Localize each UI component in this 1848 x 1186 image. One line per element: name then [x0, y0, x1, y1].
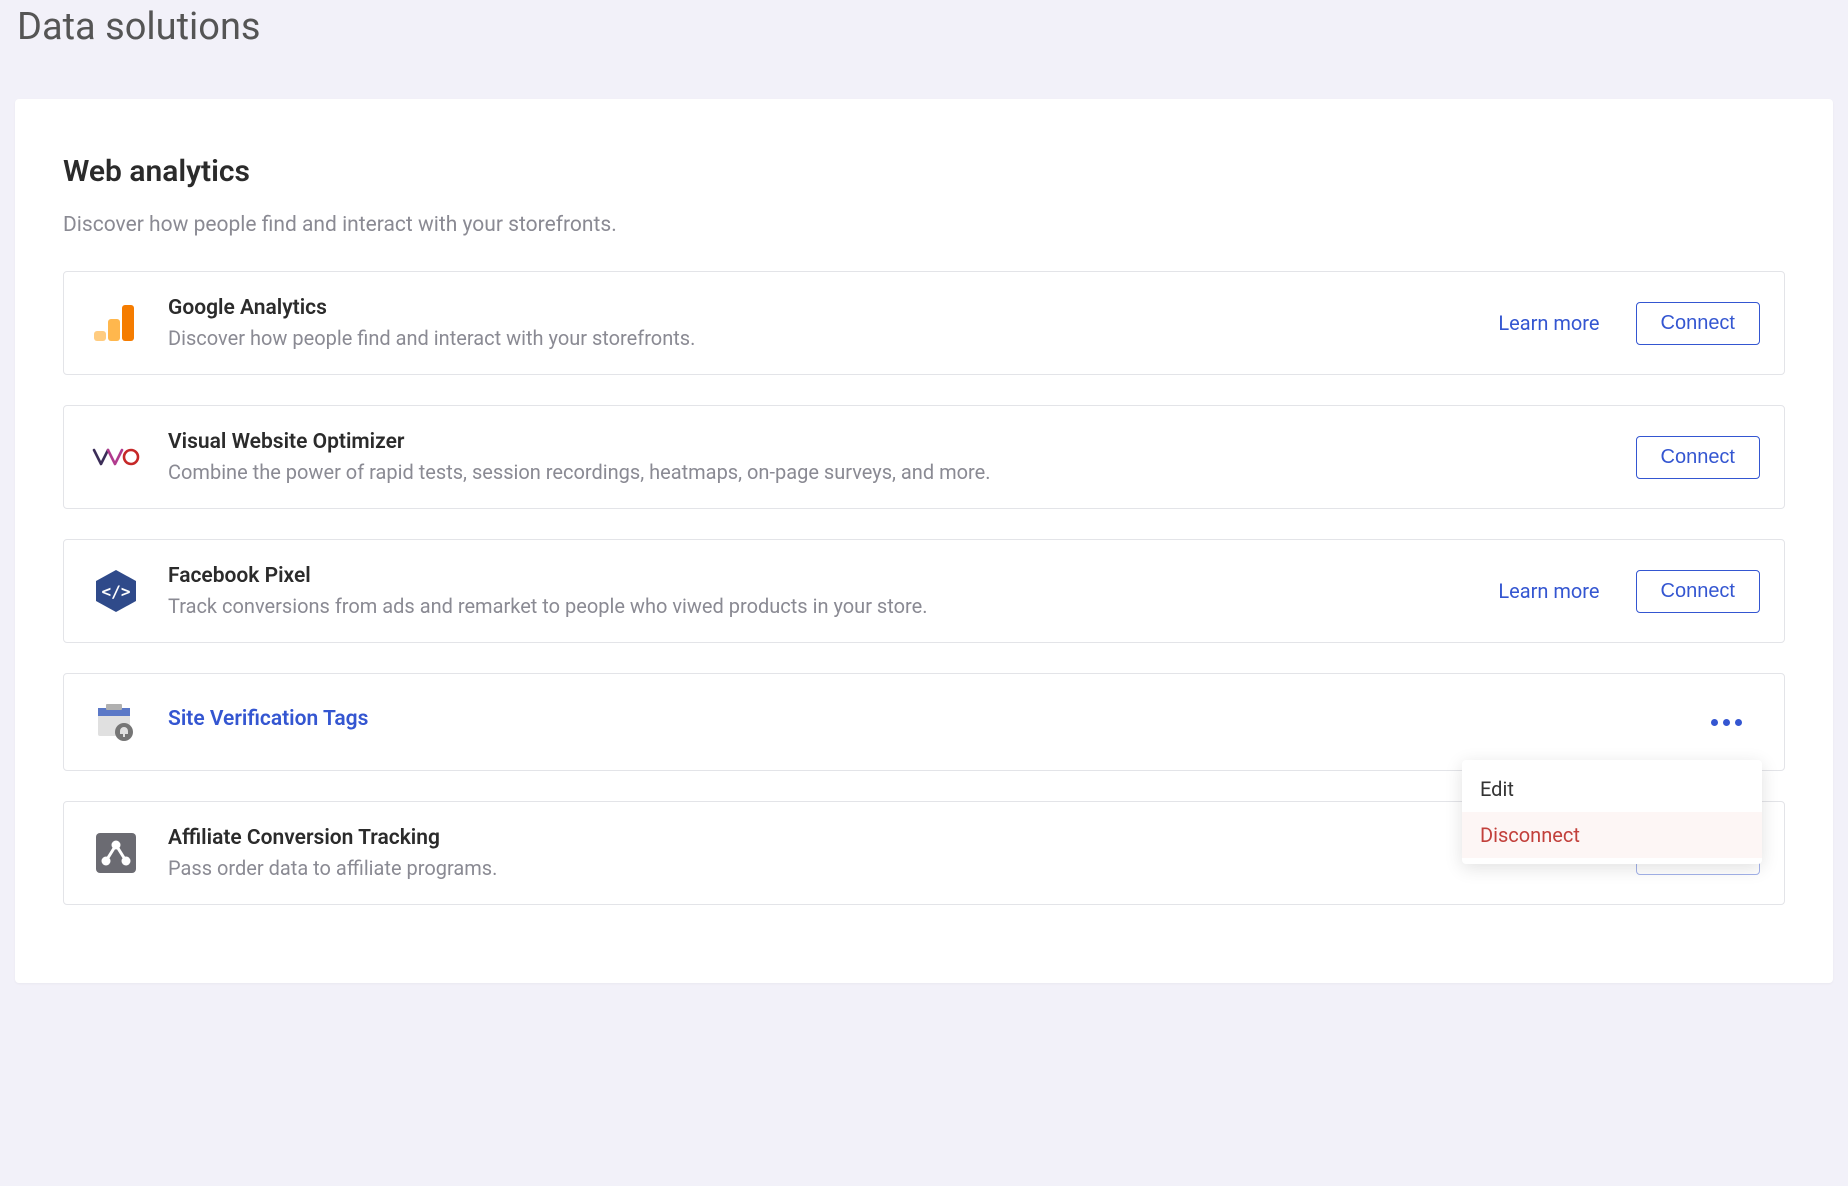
integration-row-vwo: Visual Website Optimizer Combine the pow…: [63, 405, 1785, 509]
integration-title: Google Analytics: [168, 296, 1498, 320]
page-title: Data solutions: [15, 0, 1833, 99]
integration-title: Facebook Pixel: [168, 564, 1498, 588]
integration-body: Site Verification Tags: [168, 707, 1703, 737]
actions-dropdown: Edit Disconnect: [1462, 760, 1762, 864]
integration-title: Visual Website Optimizer: [168, 430, 1636, 454]
integration-description: Combine the power of rapid tests, sessio…: [168, 460, 1636, 484]
section-title: Web analytics: [63, 154, 1785, 189]
connect-button[interactable]: Connect: [1636, 570, 1761, 613]
svg-text:</>: </>: [102, 582, 131, 601]
more-actions-button[interactable]: [1703, 711, 1750, 734]
integration-row-site-verification: Site Verification Tags Edit Disconnect: [63, 673, 1785, 771]
learn-more-link[interactable]: Learn more: [1498, 579, 1599, 603]
connect-button[interactable]: Connect: [1636, 436, 1761, 479]
integration-body: Google Analytics Discover how people fin…: [168, 296, 1498, 350]
integration-row-google-analytics: Google Analytics Discover how people fin…: [63, 271, 1785, 375]
dropdown-disconnect[interactable]: Disconnect: [1462, 812, 1762, 858]
web-analytics-card: Web analytics Discover how people find a…: [15, 99, 1833, 983]
learn-more-link[interactable]: Learn more: [1498, 311, 1599, 335]
google-analytics-icon: [92, 299, 140, 347]
connect-button[interactable]: Connect: [1636, 302, 1761, 345]
integration-body: Affiliate Conversion Tracking Pass order…: [168, 826, 1498, 880]
vwo-icon: [92, 433, 140, 481]
integration-row-facebook-pixel: </> Facebook Pixel Track conversions fro…: [63, 539, 1785, 643]
integration-body: Visual Website Optimizer Combine the pow…: [168, 430, 1636, 484]
site-verification-icon: [92, 698, 140, 746]
integration-title: Affiliate Conversion Tracking: [168, 826, 1498, 850]
integration-title-link[interactable]: Site Verification Tags: [168, 707, 1703, 731]
integration-description: Pass order data to affiliate programs.: [168, 856, 1498, 880]
dropdown-edit[interactable]: Edit: [1462, 766, 1762, 812]
facebook-pixel-icon: </>: [92, 567, 140, 615]
section-description: Discover how people find and interact wi…: [63, 213, 1785, 237]
integration-body: Facebook Pixel Track conversions from ad…: [168, 564, 1498, 618]
integration-description: Track conversions from ads and remarket …: [168, 594, 1498, 618]
integration-description: Discover how people find and interact wi…: [168, 326, 1498, 350]
affiliate-icon: [92, 829, 140, 877]
